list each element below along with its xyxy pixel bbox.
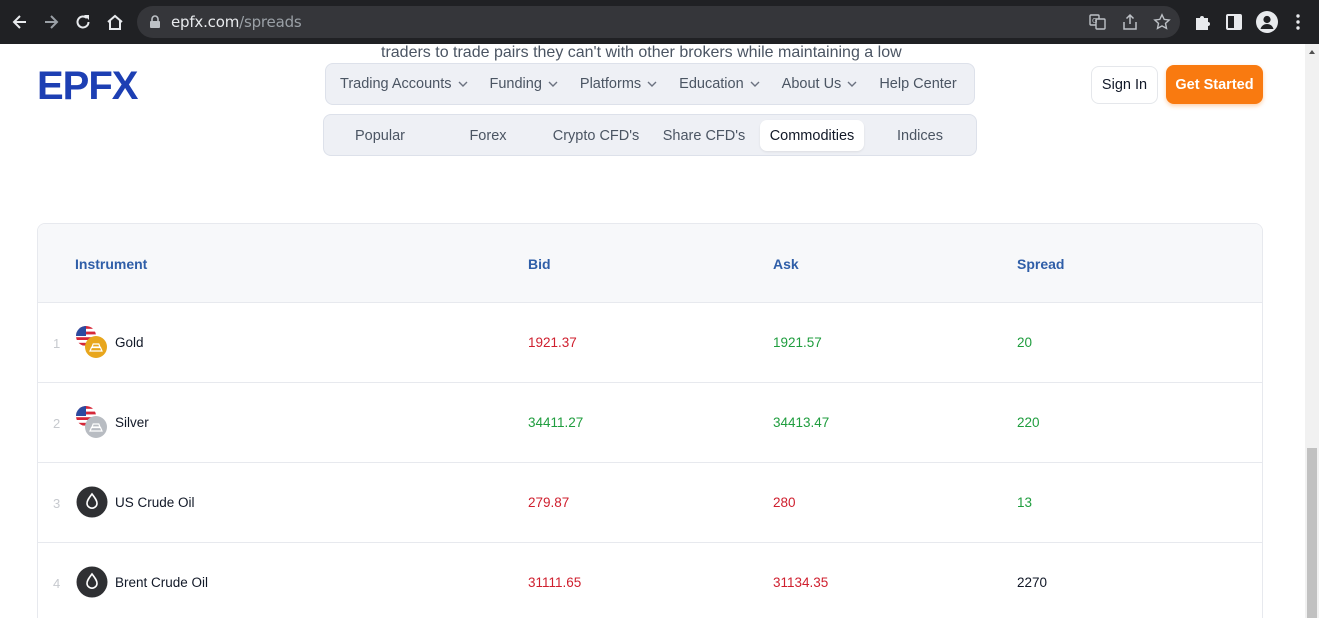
chevron-down-icon: [548, 81, 558, 87]
get-started-button[interactable]: Get Started: [1166, 65, 1263, 104]
header-instrument[interactable]: Instrument: [75, 256, 147, 272]
bid-value: 31111.65: [528, 575, 582, 590]
page-scrollbar[interactable]: [1305, 44, 1319, 618]
bookmark-star-icon[interactable]: [1153, 13, 1171, 31]
intro-text: traders to trade pairs they can't with o…: [381, 44, 902, 61]
bid-value: 279.87: [528, 495, 570, 510]
oil-drop-icon: [76, 566, 108, 598]
tab-share-cfds[interactable]: Share CFD's: [652, 120, 756, 151]
address-bar[interactable]: epfx.com/spreads G: [137, 6, 1180, 38]
back-button[interactable]: [8, 10, 32, 34]
table-row[interactable]: 2 Silver 34411.27 34413.47 220: [38, 383, 1262, 463]
header-bid[interactable]: Bid: [528, 256, 551, 272]
table-header: Instrument Bid Ask Spread: [38, 224, 1262, 303]
url-path: /spreads: [239, 13, 302, 31]
nav-trading-accounts[interactable]: Trading Accounts: [340, 76, 468, 92]
forward-button[interactable]: [39, 10, 63, 34]
person-icon: [1260, 15, 1274, 29]
browser-toolbar: epfx.com/spreads G: [0, 0, 1319, 44]
reload-button[interactable]: [71, 10, 95, 34]
svg-text:EPFX: EPFX: [37, 65, 139, 103]
back-arrow-icon: [12, 15, 26, 29]
header-ask[interactable]: Ask: [773, 256, 799, 272]
instrument-name: US Crude Oil: [115, 495, 195, 510]
epfx-logo[interactable]: EPFX: [37, 64, 167, 108]
kebab-menu-icon[interactable]: [1288, 12, 1308, 32]
silver-icon: [76, 406, 107, 438]
share-icon[interactable]: [1121, 13, 1139, 31]
tab-crypto-cfds[interactable]: Crypto CFD's: [544, 120, 648, 151]
home-button[interactable]: [103, 10, 127, 34]
category-tabs: Popular Forex Crypto CFD's Share CFD's C…: [323, 114, 977, 156]
svg-text:G: G: [1092, 17, 1097, 25]
spreads-table: Instrument Bid Ask Spread 1 Gold 1921.37…: [37, 223, 1263, 618]
spread-value: 220: [1017, 415, 1040, 430]
bid-value: 1921.37: [528, 335, 577, 350]
row-number: 1: [53, 336, 61, 351]
main-navigation: Trading Accounts Funding Platforms Educa…: [325, 63, 975, 105]
url-host: epfx.com: [171, 13, 240, 31]
nav-education[interactable]: Education: [679, 76, 760, 92]
side-panel-icon[interactable]: [1224, 12, 1244, 32]
nav-label: Funding: [489, 76, 542, 92]
nav-label: Education: [679, 76, 744, 92]
ask-value: 1921.57: [773, 335, 822, 350]
header-spread[interactable]: Spread: [1017, 256, 1064, 272]
ask-value: 31134.35: [773, 575, 829, 590]
forward-arrow-icon: [45, 15, 59, 29]
row-number: 3: [53, 496, 61, 511]
home-icon: [107, 14, 123, 30]
nav-about-us[interactable]: About Us: [782, 76, 858, 92]
gold-icon: [76, 326, 107, 358]
nav-label: Help Center: [879, 76, 957, 92]
nav-platforms[interactable]: Platforms: [580, 76, 657, 92]
reload-icon: [76, 15, 90, 29]
tab-popular[interactable]: Popular: [328, 120, 432, 151]
profile-avatar[interactable]: [1256, 11, 1278, 33]
instrument-name: Brent Crude Oil: [115, 575, 209, 590]
instrument-name: Silver: [115, 415, 149, 430]
oil-drop-icon: [76, 486, 108, 518]
lock-icon: [150, 15, 160, 28]
chevron-down-icon: [458, 81, 467, 87]
instrument-name: Gold: [115, 335, 144, 350]
tab-commodities[interactable]: Commodities: [760, 120, 864, 151]
scroll-up-arrow-icon[interactable]: [1309, 50, 1315, 54]
nav-label: About Us: [781, 76, 842, 92]
logo-mark: EPFX: [37, 64, 140, 108]
bid-value: 34411.27: [528, 415, 584, 430]
url-text: epfx.com/spreads: [171, 13, 302, 31]
nav-help-center[interactable]: Help Center: [879, 76, 956, 92]
table-row[interactable]: 4 Brent Crude Oil 31111.65 31134.35 2270: [38, 543, 1262, 618]
extensions-puzzle-icon[interactable]: [1192, 12, 1212, 32]
spread-value: 20: [1017, 335, 1033, 350]
scrollbar-thumb[interactable]: [1307, 448, 1317, 618]
ask-value: 34413.47: [773, 415, 830, 430]
table-row[interactable]: 3 US Crude Oil 279.87 280 13: [38, 463, 1262, 543]
translate-icon[interactable]: G: [1089, 13, 1107, 31]
tab-indices[interactable]: Indices: [868, 120, 972, 151]
sign-in-button[interactable]: Sign In: [1091, 66, 1158, 104]
nav-label: Platforms: [579, 76, 642, 92]
row-number: 4: [53, 576, 61, 591]
spread-value: 13: [1017, 495, 1033, 510]
chevron-down-icon: [847, 81, 857, 87]
nav-label: Trading Accounts: [340, 76, 452, 92]
row-number: 2: [53, 416, 61, 431]
tab-forex[interactable]: Forex: [436, 120, 540, 151]
spread-value: 2270: [1017, 575, 1048, 590]
table-row[interactable]: 1 Gold 1921.37 1921.57 20: [38, 303, 1262, 383]
ask-value: 280: [773, 495, 796, 510]
page-content: traders to trade pairs they can't with o…: [0, 44, 1305, 618]
nav-funding[interactable]: Funding: [490, 76, 558, 92]
chevron-down-icon: [750, 81, 760, 87]
chevron-down-icon: [647, 81, 657, 87]
